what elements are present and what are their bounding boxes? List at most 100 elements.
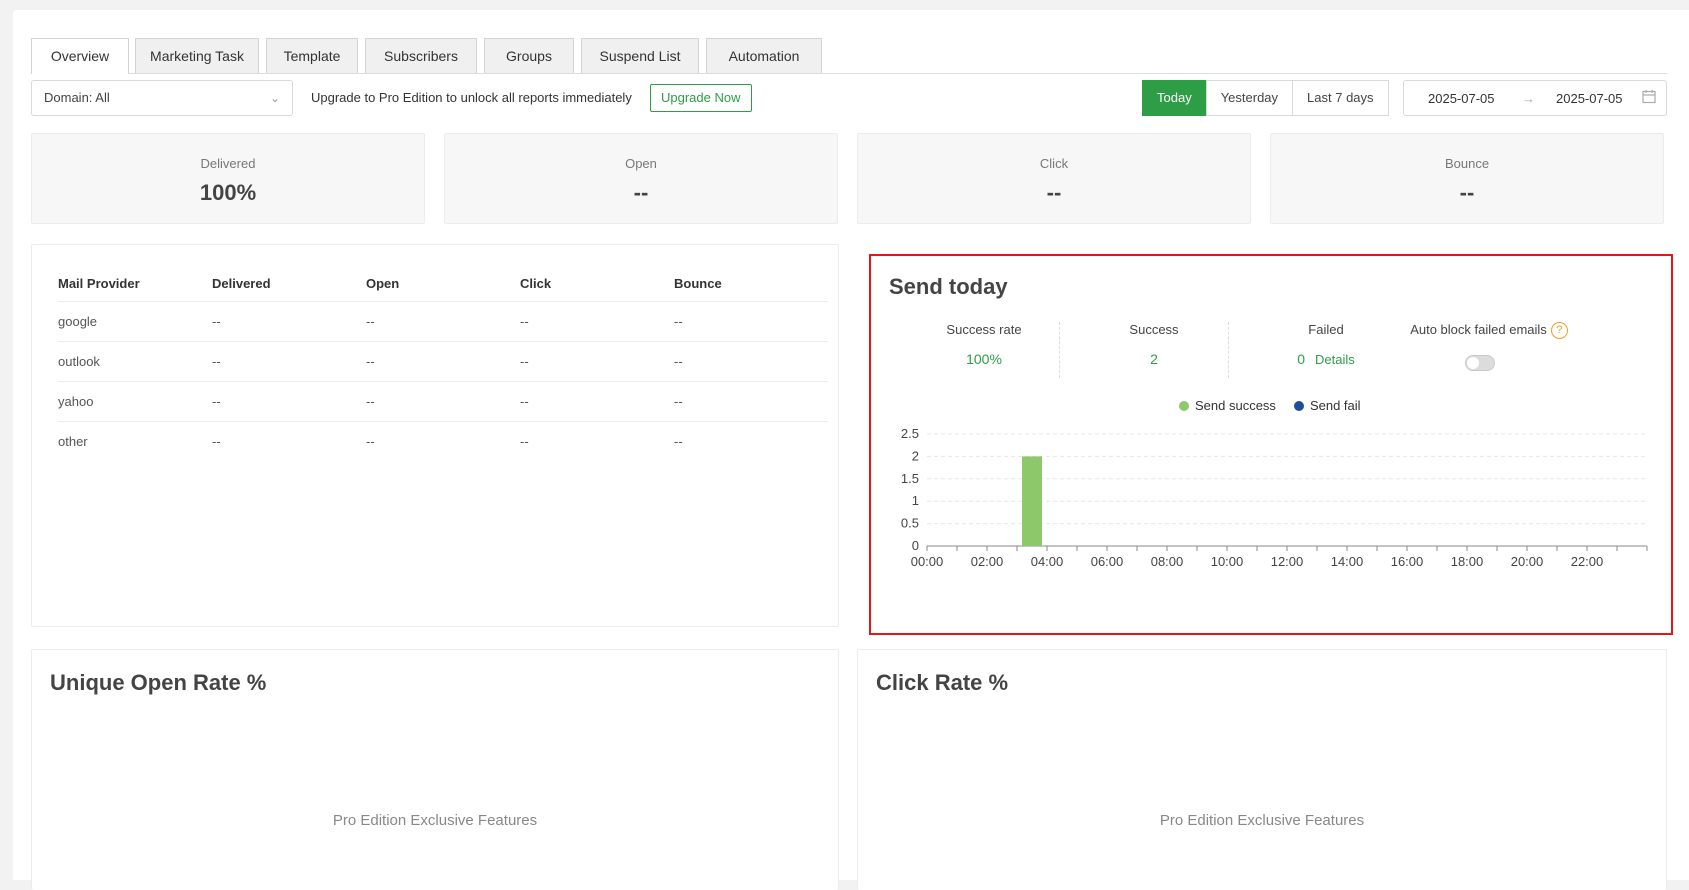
stat-card-bounce: Bounce -- — [1270, 133, 1664, 224]
y-tick-label: 0 — [912, 538, 919, 553]
question-circle-icon[interactable]: ? — [1550, 322, 1568, 340]
unique-open-rate-panel: Unique Open Rate % Pro Edition Exclusive… — [31, 649, 839, 890]
table-cell: -- — [212, 434, 221, 449]
tab-suspend-list[interactable]: Suspend List — [581, 38, 699, 73]
table-cell: -- — [520, 381, 674, 422]
tab-automation[interactable]: Automation — [706, 38, 822, 73]
y-tick-label: 2 — [912, 448, 919, 463]
table-row: yahoo -- -- -- -- — [58, 381, 828, 422]
table-row: other -- -- -- -- — [58, 422, 828, 462]
panel-title: Click Rate % — [876, 670, 1009, 695]
column-header: Open — [366, 265, 520, 302]
metric-label: Success — [1129, 322, 1179, 337]
stat-label: Delivered — [200, 156, 256, 171]
table-cell: -- — [520, 301, 674, 342]
metric-value-row: 0 Details — [1251, 351, 1401, 367]
mail-provider-table: Mail Provider Delivered Open Click Bounc… — [58, 265, 828, 461]
send-today-chart: 0 0.5 1 1.5 2 2.5 00:00 02:00 04:00 06:00 08:00 10:… — [901, 426, 1648, 569]
x-tick-label: 02:00 — [971, 554, 1004, 569]
x-tick-label: 12:00 — [1271, 554, 1304, 569]
table-cell: -- — [674, 434, 683, 449]
today-button[interactable]: Today — [1142, 80, 1207, 116]
mail-provider-panel: Mail Provider Delivered Open Click Bounc… — [31, 244, 839, 627]
table-cell: -- — [212, 341, 366, 382]
x-tick-label: 06:00 — [1091, 554, 1124, 569]
column-header: Delivered — [212, 265, 366, 302]
legend-dot — [1179, 400, 1189, 411]
arrow-right-icon: → — [1522, 91, 1535, 106]
table-cell: -- — [212, 301, 366, 342]
y-tick-label: 1 — [912, 493, 919, 508]
tab-marketing-task[interactable]: Marketing Task — [135, 38, 259, 73]
x-tick-label: 22:00 — [1571, 554, 1604, 569]
chart-bar-send-success — [1022, 456, 1042, 546]
stat-value: -- — [1459, 180, 1475, 205]
legend-item-send-success[interactable]: Send success — [1179, 398, 1276, 413]
date-range-buttons: Today Yesterday Last 7 days — [1142, 80, 1389, 116]
y-tick-label: 2.5 — [901, 426, 919, 441]
y-tick-label: 1.5 — [901, 471, 919, 486]
x-tick-label: 18:00 — [1451, 554, 1484, 569]
table-cell: -- — [366, 341, 520, 382]
click-rate-panel: Click Rate % Pro Edition Exclusive Featu… — [857, 649, 1667, 890]
metric-value: 100% — [966, 351, 1002, 367]
x-tick-label: 14:00 — [1331, 554, 1364, 569]
table-cell: google — [58, 301, 212, 342]
column-header: Click — [520, 265, 674, 302]
table-cell: yahoo — [58, 381, 212, 422]
details-link[interactable]: Details — [1315, 352, 1355, 367]
stat-label: Click — [1039, 156, 1069, 171]
legend-item-send-fail[interactable]: Send fail — [1293, 398, 1361, 413]
stat-value: 100% — [199, 180, 257, 205]
legend-label: Send fail — [1309, 398, 1361, 413]
domain-select-value: Domain: All — [44, 90, 110, 105]
table-cell: -- — [674, 301, 828, 342]
send-today-panel: Send today Success rate 100% Success 2 F… — [869, 254, 1673, 635]
upgrade-message: Upgrade to Pro Edition to unlock all rep… — [311, 90, 632, 105]
upgrade-now-button[interactable]: Upgrade Now — [650, 84, 752, 112]
tab-template[interactable]: Template — [266, 38, 358, 73]
stat-card-delivered: Delivered 100% — [31, 133, 425, 224]
domain-select[interactable]: Domain: All ⌄ — [31, 80, 293, 116]
date-range-picker[interactable]: 2025-07-05 → 2025-07-05 — [1403, 80, 1667, 116]
calendar-icon[interactable] — [1642, 89, 1656, 107]
divider — [1059, 322, 1060, 378]
x-tick-label: 16:00 — [1391, 554, 1424, 569]
success-metric: Success 2 — [1089, 322, 1219, 367]
table-cell: -- — [212, 381, 366, 422]
x-tick-label: 00:00 — [911, 554, 944, 569]
x-tick-label: 20:00 — [1511, 554, 1544, 569]
column-header: Mail Provider — [58, 265, 212, 302]
stat-label: Open — [625, 156, 657, 171]
tab-overview[interactable]: Overview — [31, 38, 129, 74]
divider — [1228, 322, 1229, 378]
metric-label: Failed — [1308, 322, 1344, 337]
stat-card-click: Click -- — [857, 133, 1251, 224]
table-cell: -- — [674, 341, 828, 382]
metric-value: 2 — [1150, 351, 1158, 367]
last-7-days-button[interactable]: Last 7 days — [1292, 80, 1389, 116]
x-tick-label: 10:00 — [1211, 554, 1244, 569]
pro-feature-message: Pro Edition Exclusive Features — [332, 812, 538, 829]
yesterday-button[interactable]: Yesterday — [1205, 80, 1294, 116]
pro-feature-message: Pro Edition Exclusive Features — [1159, 812, 1365, 829]
table-row: google -- -- -- -- — [58, 301, 828, 342]
table-header-row: Mail Provider Delivered Open Click Bounc… — [58, 265, 828, 302]
tab-groups[interactable]: Groups — [484, 38, 574, 73]
panel-title: Unique Open Rate % — [50, 670, 267, 695]
auto-block-setting: Auto block failed emails? — [1399, 322, 1579, 340]
auto-block-toggle[interactable] — [1465, 355, 1495, 371]
end-date[interactable]: 2025-07-05 — [1556, 91, 1623, 106]
stat-value: -- — [633, 180, 649, 205]
table-cell: -- — [520, 341, 674, 382]
table-cell: outlook — [58, 341, 212, 382]
table-row: outlook -- -- -- -- — [58, 341, 828, 382]
stat-label: Bounce — [1444, 156, 1490, 171]
table-cell: -- — [674, 381, 828, 422]
send-today-title: Send today — [889, 274, 1008, 299]
main-panel: Overview Marketing Task Template Subscri… — [13, 10, 1689, 890]
start-date[interactable]: 2025-07-05 — [1428, 91, 1495, 106]
toggle-knob — [1467, 357, 1479, 369]
auto-block-row: Auto block failed emails? — [1399, 322, 1579, 340]
tab-subscribers[interactable]: Subscribers — [365, 38, 477, 73]
